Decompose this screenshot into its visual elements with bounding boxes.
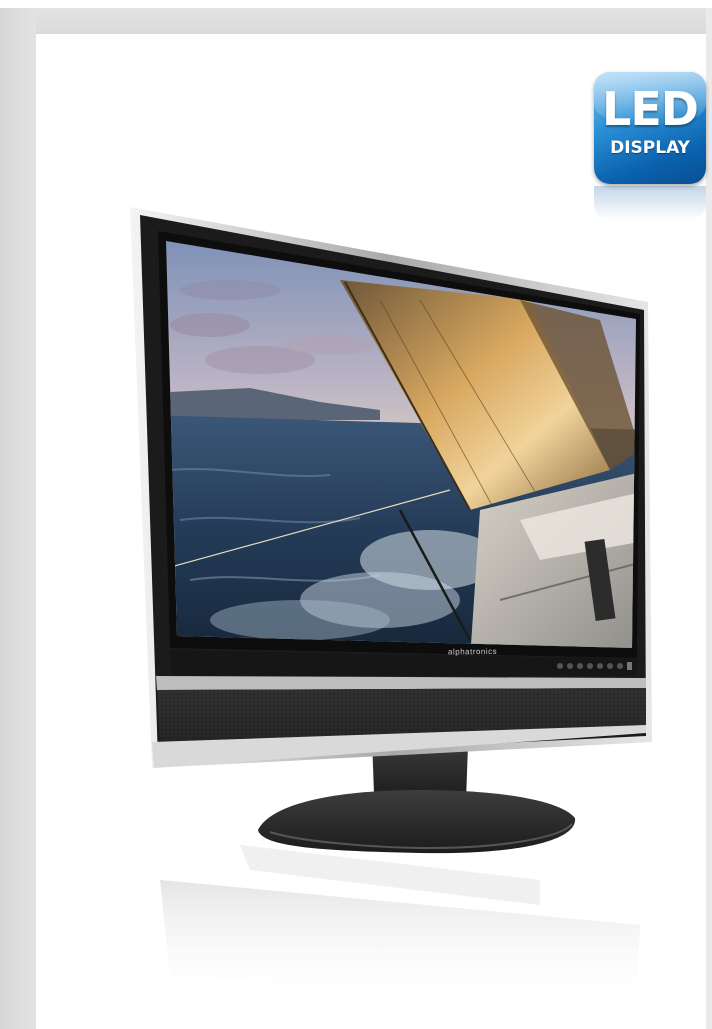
monitor-illustration: [130, 207, 652, 1010]
brand-label: alphatronics: [447, 646, 498, 657]
stand-base: [258, 790, 576, 854]
product-photo: LED DISPLAY alphatronics: [0, 0, 712, 1029]
monitor-reflection: [160, 880, 640, 1010]
